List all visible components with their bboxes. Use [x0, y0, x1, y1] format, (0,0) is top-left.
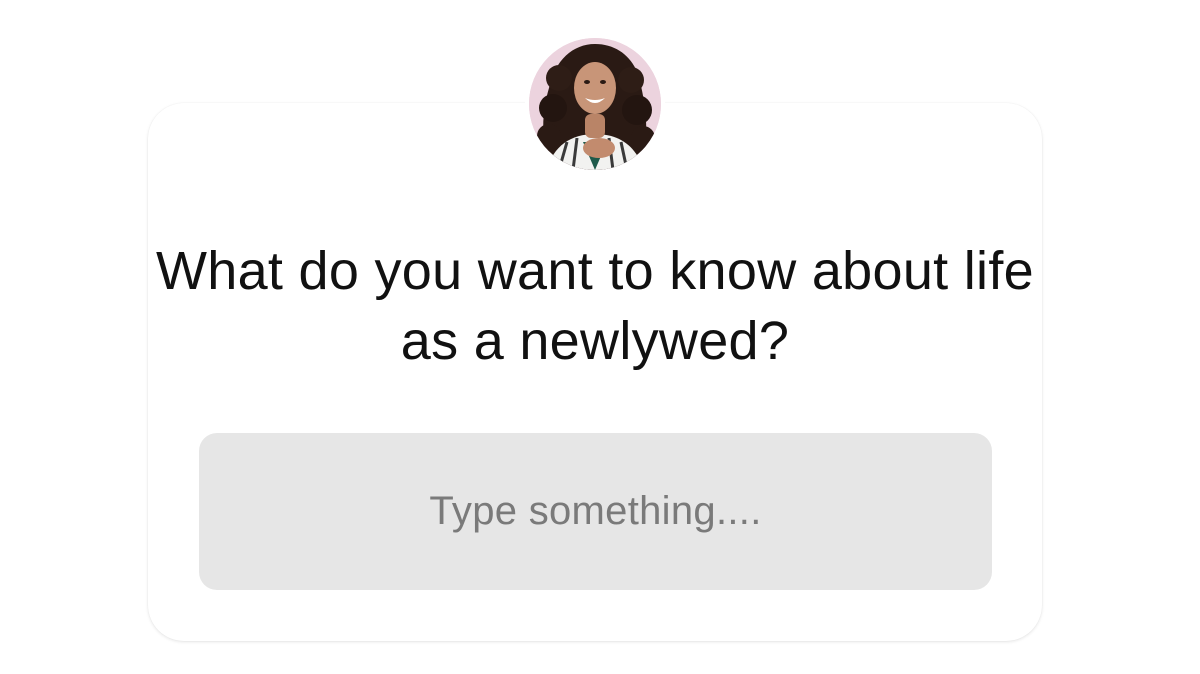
avatar [527, 36, 663, 172]
answer-placeholder: Type something.... [429, 489, 762, 533]
profile-photo-icon [529, 38, 661, 170]
question-text: What do you want to know about life as a… [155, 241, 1034, 371]
answer-input[interactable]: Type something.... [199, 433, 992, 590]
story-canvas: What do you want to know about life as a… [0, 0, 1200, 674]
